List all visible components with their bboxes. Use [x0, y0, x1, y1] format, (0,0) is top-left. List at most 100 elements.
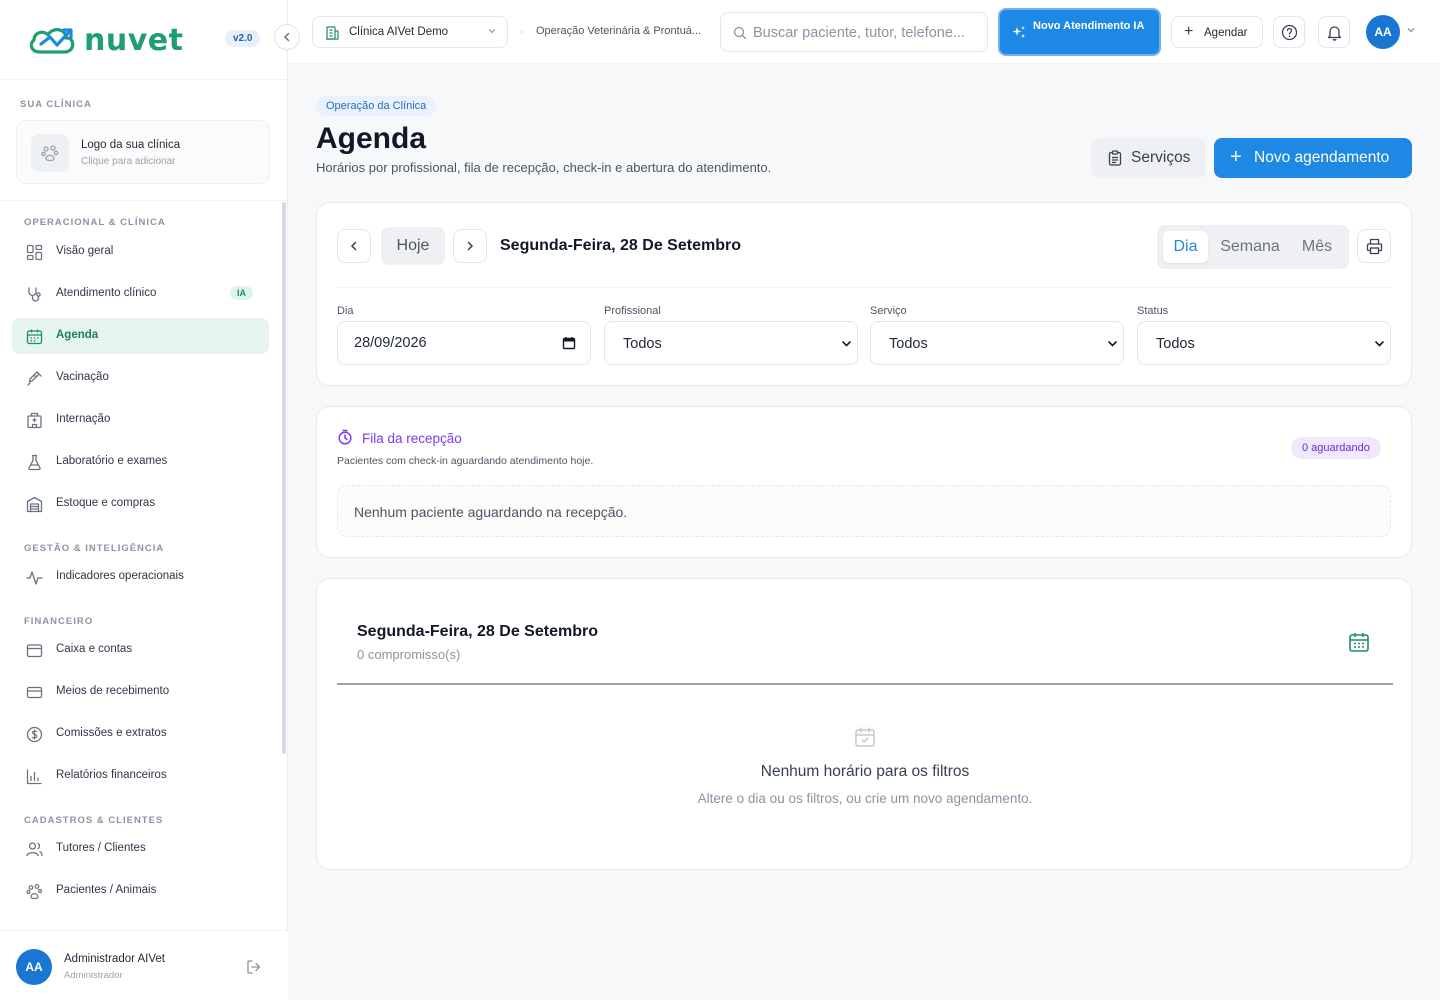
search-input[interactable]	[753, 21, 981, 45]
breadcrumb[interactable]: Operação Veterinária & Prontuá...	[536, 25, 718, 37]
sidebar-item-meios-recebimento[interactable]: Meios de recebimento	[12, 674, 269, 710]
avatar[interactable]: AA	[1366, 15, 1400, 49]
page-section-chip: Operação da Clínica	[316, 96, 437, 116]
sidebar-item-comissoes[interactable]: Comissões e extratos	[12, 716, 269, 752]
queue-title: Fila da recepção	[362, 431, 462, 446]
sidebar-item-label: Visão geral	[56, 245, 114, 257]
sidebar-item-label: Indicadores operacionais	[56, 570, 184, 582]
plus-icon: +	[1230, 146, 1242, 168]
notifications-button[interactable]	[1318, 16, 1350, 48]
current-date-title: Segunda-Feira, 28 De Setembro	[500, 237, 741, 254]
filter-status-label: Status	[1137, 305, 1169, 317]
sidebar-item-label: Tutores / Clientes	[56, 842, 146, 854]
sidebar-item-relatorios[interactable]: Relatórios financeiros	[12, 758, 269, 794]
services-button-label: Serviços	[1131, 149, 1191, 166]
date-input[interactable]: 28/09/2026	[337, 321, 591, 365]
professional-select-value: Todos	[623, 336, 662, 352]
new-ai-appointment-button[interactable]: Novo Atendimento IA	[998, 8, 1161, 56]
chevron-down-icon	[1375, 341, 1384, 347]
calendar-picker-icon[interactable]	[562, 336, 576, 350]
status-select-value: Todos	[1156, 336, 1195, 352]
paw-icon	[41, 145, 59, 162]
sidebar-item-pacientes[interactable]: Pacientes / Animais	[12, 873, 269, 909]
logo-row: nuvet v2.0	[0, 0, 288, 80]
sidebar-item-visao-geral[interactable]: Visão geral	[12, 234, 269, 270]
services-button[interactable]: Serviços	[1091, 138, 1206, 178]
print-button[interactable]	[1357, 229, 1391, 263]
calendar-icon	[1349, 633, 1369, 652]
chevron-left-icon	[283, 32, 290, 42]
page-subtitle: Horários por profissional, fila de recep…	[316, 160, 772, 175]
user-role: Administrador	[64, 970, 123, 981]
calendar-check-icon	[855, 727, 875, 747]
section-label-your-clinic: SUA CLÍNICA	[20, 99, 92, 110]
credit-card-icon	[26, 686, 43, 699]
service-select[interactable]: Todos	[870, 321, 1124, 365]
collapse-sidebar-button[interactable]	[274, 24, 300, 50]
view-option-day[interactable]: Dia	[1163, 231, 1208, 263]
help-button[interactable]	[1273, 16, 1305, 48]
page-title: Agenda	[316, 122, 427, 155]
status-select[interactable]: Todos	[1137, 321, 1391, 365]
search-box[interactable]	[720, 12, 988, 52]
chevron-right-icon	[467, 241, 474, 251]
version-badge: v2.0	[225, 30, 261, 47]
calendar-controls-card: Hoje Segunda-Feira, 28 De Setembro Dia S…	[316, 202, 1412, 386]
sidebar-item-label: Relatórios financeiros	[56, 769, 167, 781]
date-input-value: 28/09/2026	[354, 335, 427, 351]
new-ai-appointment-label: Novo Atendimento IA	[1033, 20, 1145, 32]
avatar[interactable]: AA	[16, 949, 52, 985]
sidebar-item-label: Agenda	[56, 329, 99, 341]
filter-professional-label: Profissional	[604, 305, 661, 317]
filter-day-label: Dia	[337, 305, 354, 317]
sidebar-item-indicadores[interactable]: Indicadores operacionais	[12, 559, 269, 595]
empty-state-title: Nenhum horário para os filtros	[760, 763, 970, 780]
new-appointment-label: Novo agendamento	[1254, 149, 1390, 166]
printer-icon	[1366, 238, 1382, 254]
view-option-month[interactable]: Mês	[1292, 231, 1342, 263]
calendar-icon	[26, 329, 43, 345]
today-button[interactable]: Hoje	[381, 227, 445, 265]
view-option-week[interactable]: Semana	[1214, 231, 1286, 263]
sidebar-item-atendimento-clinico[interactable]: Atendimento clínico IA	[12, 276, 269, 312]
sidebar-item-estoque[interactable]: Estoque e compras	[12, 486, 269, 522]
next-day-button[interactable]	[453, 229, 487, 263]
sidebar-item-vacinacao[interactable]: Vacinação	[12, 360, 269, 396]
clinic-logo-card[interactable]: Logo da sua clínica Clique para adiciona…	[16, 120, 270, 184]
sidebar-item-agenda[interactable]: Agenda	[12, 318, 269, 354]
timer-icon	[338, 429, 352, 445]
brand-logo[interactable]: nuvet	[26, 22, 183, 58]
breadcrumb-separator-icon: ›	[520, 26, 523, 36]
sidebar-item-internacao[interactable]: Internação	[12, 402, 269, 438]
sidebar-item-label: Caixa e contas	[56, 643, 133, 655]
sidebar-item-tutores[interactable]: Tutores / Clientes	[12, 831, 269, 867]
day-schedule-divider	[337, 683, 1393, 685]
brand-name: nuvet	[84, 22, 184, 58]
clinic-selector-value: Clínica AIVet Demo	[349, 26, 449, 38]
clinic-logo-placeholder	[31, 134, 69, 172]
sidebar-scrollbar[interactable]	[282, 202, 286, 754]
professional-select[interactable]: Todos	[604, 321, 858, 365]
building-icon	[326, 26, 339, 40]
logout-icon[interactable]	[246, 959, 262, 975]
appointment-count: 0 compromisso(s)	[357, 647, 461, 662]
schedule-button[interactable]: + Agendar	[1171, 16, 1263, 48]
new-appointment-button[interactable]: + Novo agendamento	[1214, 138, 1412, 178]
sidebar-item-label: Meios de recebimento	[56, 685, 170, 697]
sidebar-item-caixa[interactable]: Caixa e contas	[12, 632, 269, 668]
queue-empty-text: Nenhum paciente aguardando na recepção.	[354, 504, 628, 520]
day-schedule-title: Segunda-Feira, 28 De Setembro	[357, 623, 598, 640]
clinic-selector[interactable]: Clínica AIVet Demo	[312, 16, 508, 48]
section-label-management: GESTÃO & INTELIGÊNCIA	[24, 543, 165, 554]
stethoscope-icon	[28, 287, 41, 302]
sidebar-item-label: Estoque e compras	[56, 497, 156, 509]
hospital-icon	[27, 412, 42, 429]
chevron-down-icon[interactable]	[1406, 25, 1416, 35]
view-switcher: Dia Semana Mês	[1157, 225, 1349, 269]
dollar-circle-icon	[26, 726, 43, 743]
previous-day-button[interactable]	[337, 229, 371, 263]
clipboard-icon	[1108, 150, 1122, 166]
paw-icon	[26, 884, 43, 900]
clinic-card-title: Logo da sua clínica	[81, 139, 181, 151]
sidebar-item-laboratorio[interactable]: Laboratório e exames	[12, 444, 269, 480]
